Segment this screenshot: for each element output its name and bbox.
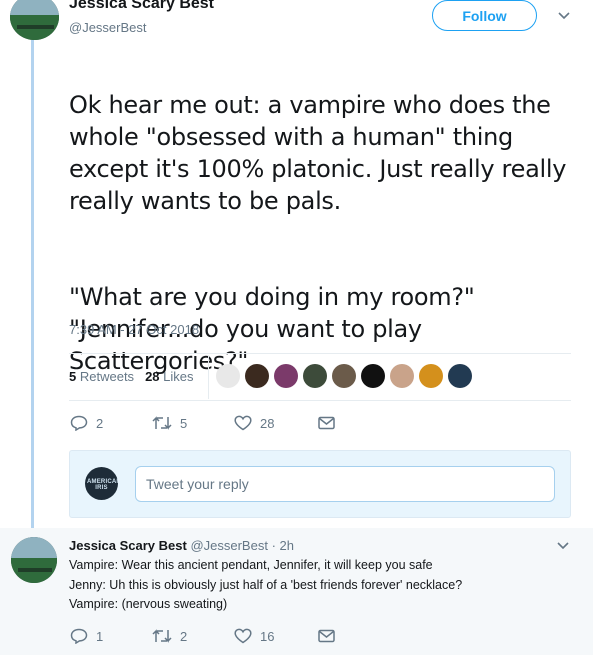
like-count: 16 — [260, 628, 275, 644]
reply-author-handle[interactable]: @JesserBest — [190, 538, 268, 553]
reply-line: Vampire: (nervous sweating) — [69, 597, 228, 611]
retweets-label: Retweets — [79, 369, 135, 384]
reply-compose-box: AMERICAN IRIS Tweet your reply — [69, 450, 571, 518]
reply-separator: · — [271, 538, 276, 553]
reply-line: Jenny: Uh this is obviously just half of… — [69, 577, 463, 592]
chevron-down-icon[interactable] — [556, 541, 570, 551]
divider — [69, 353, 571, 354]
liker-avatar-8[interactable] — [419, 364, 443, 388]
likes-label: Likes — [163, 369, 194, 384]
retweet-count: 5 — [180, 415, 188, 431]
avatar-logo-text: AMERICAN IRIS — [87, 479, 118, 491]
author-avatar[interactable] — [10, 0, 59, 40]
heart-icon — [234, 628, 252, 644]
message-action[interactable] — [318, 416, 335, 430]
liker-avatar-9[interactable] — [448, 364, 472, 388]
retweets-count: 5 — [69, 369, 77, 384]
reply-count: 1 — [96, 628, 104, 644]
liker-avatar-1[interactable] — [216, 364, 240, 388]
current-user-avatar: AMERICAN IRIS — [85, 467, 118, 500]
liker-avatar-6[interactable] — [361, 364, 385, 388]
author-handle[interactable]: @JesserBest — [69, 20, 147, 35]
reply-input[interactable]: Tweet your reply — [135, 466, 555, 502]
retweets-stat[interactable]: 5 Retweets — [69, 369, 134, 384]
reply-actions: 1 2 16 — [70, 628, 335, 644]
like-action[interactable]: 16 — [234, 628, 318, 644]
heart-icon — [234, 415, 252, 431]
retweet-icon — [152, 416, 172, 430]
stats-separator — [208, 355, 209, 399]
reply-action[interactable]: 2 — [70, 415, 152, 431]
liker-avatar-5[interactable] — [332, 364, 356, 388]
tweet-timestamp[interactable]: 7:39 AM - 27 Oct 2018 — [69, 322, 199, 337]
like-action[interactable]: 28 — [234, 415, 318, 431]
reply-text: Vampire: Wear this ancient pendant, Jenn… — [69, 556, 462, 615]
reply-count: 2 — [96, 415, 104, 431]
liker-avatar-3[interactable] — [274, 364, 298, 388]
reply-icon — [70, 628, 88, 644]
reply-time[interactable]: 2h — [280, 538, 294, 553]
reply-header: Jessica Scary Best @JesserBest · 2h — [69, 538, 294, 553]
reply-action[interactable]: 1 — [70, 628, 152, 644]
envelope-icon — [318, 416, 335, 430]
tweet-text: Ok hear me out: a vampire who does the w… — [69, 57, 579, 409]
like-count: 28 — [260, 415, 275, 431]
tweet-stats: 5 Retweets 28 Likes — [69, 369, 194, 384]
retweet-icon — [152, 629, 172, 643]
tweet-actions: 2 5 28 — [70, 415, 335, 431]
reply-author-avatar[interactable] — [11, 537, 57, 583]
likes-stat[interactable]: 28 Likes — [145, 369, 193, 384]
thread-line — [31, 40, 34, 532]
liker-avatar-2[interactable] — [245, 364, 269, 388]
likers-avatars — [216, 364, 472, 388]
likes-count: 28 — [145, 369, 160, 384]
envelope-icon — [318, 629, 335, 643]
reply-line: Vampire: Wear this ancient pendant, Jenn… — [69, 558, 433, 572]
reply-icon — [70, 415, 88, 431]
liker-avatar-4[interactable] — [303, 364, 327, 388]
message-action[interactable] — [318, 629, 335, 643]
retweet-count: 2 — [180, 628, 188, 644]
tweet-paragraph-1: Ok hear me out: a vampire who does the w… — [69, 91, 567, 215]
liker-avatar-7[interactable] — [390, 364, 414, 388]
reply-author-name[interactable]: Jessica Scary Best — [69, 538, 187, 553]
retweet-action[interactable]: 2 — [152, 628, 234, 644]
author-name[interactable]: Jessica Scary Best — [69, 0, 214, 13]
retweet-action[interactable]: 5 — [152, 415, 234, 431]
divider — [69, 400, 571, 401]
follow-button[interactable]: Follow — [432, 0, 537, 31]
chevron-down-icon[interactable] — [557, 11, 571, 21]
